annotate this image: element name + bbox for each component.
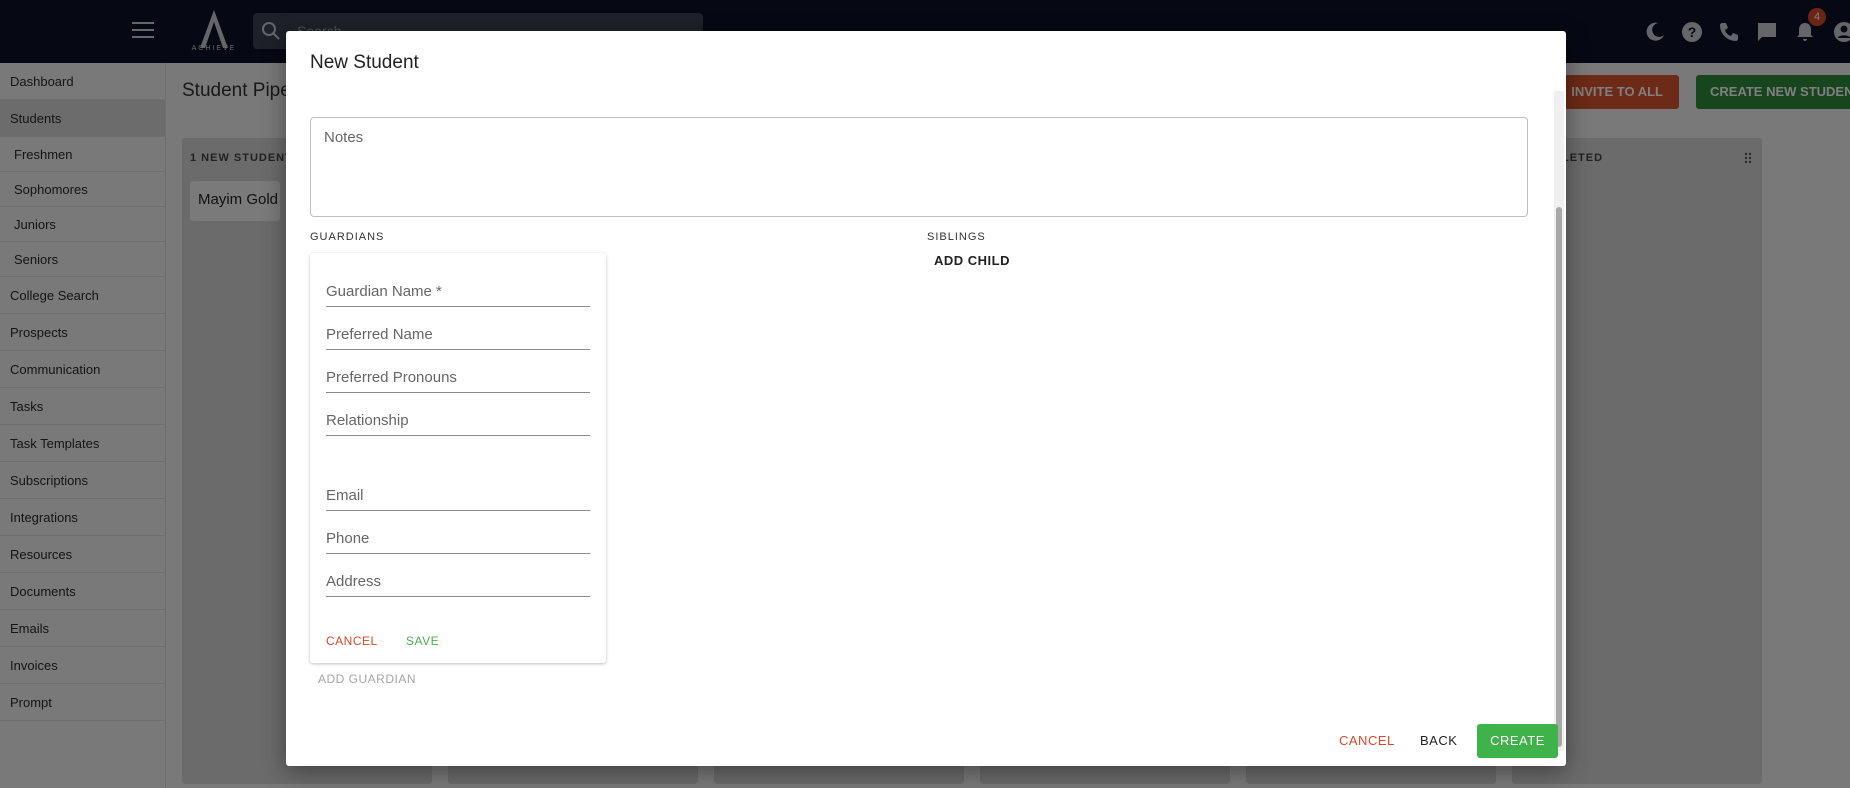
cancel-button[interactable]: CANCEL: [1339, 733, 1395, 748]
phone-field[interactable]: Phone: [326, 524, 590, 554]
add-guardian-button[interactable]: ADD GUARDIAN: [318, 672, 416, 686]
relationship-label: Relationship: [326, 412, 409, 429]
dialog-scrollbar[interactable]: [1554, 91, 1564, 751]
add-child-button[interactable]: ADD CHILD: [934, 253, 1010, 268]
notes-textarea[interactable]: Notes: [310, 117, 1528, 217]
address-label: Address: [326, 573, 382, 590]
preferred-name-field[interactable]: Preferred Name: [326, 320, 590, 350]
guardians-label: GUARDIANS: [310, 231, 385, 243]
guardian-cancel-button[interactable]: CANCEL: [326, 634, 378, 648]
guardian-name-label: Guardian Name *: [326, 283, 442, 300]
relationship-select[interactable]: Relationship: [326, 406, 590, 436]
phone-label: Phone: [326, 530, 370, 547]
guardian-save-button[interactable]: SAVE: [406, 634, 439, 648]
back-button[interactable]: BACK: [1420, 733, 1457, 748]
email-label: Email: [326, 487, 364, 504]
preferred-pronouns-label: Preferred Pronouns: [326, 369, 457, 386]
siblings-label: SIBLINGS: [927, 231, 986, 243]
email-field[interactable]: Email: [326, 481, 590, 511]
notes-label: Notes: [324, 129, 364, 146]
scrollbar-thumb[interactable]: [1556, 207, 1562, 747]
guardian-name-field[interactable]: Guardian Name *: [326, 277, 590, 307]
preferred-pronouns-field[interactable]: Preferred Pronouns: [326, 363, 590, 393]
new-student-dialog: New Student Notes GUARDIANS SIBLINGS ADD…: [286, 31, 1566, 766]
create-button[interactable]: CREATE: [1477, 724, 1558, 758]
address-field[interactable]: Address: [326, 567, 590, 597]
guardian-form-card: Guardian Name * Preferred Name Preferred…: [310, 253, 606, 663]
dialog-title: New Student: [310, 52, 419, 73]
preferred-name-label: Preferred Name: [326, 326, 433, 343]
